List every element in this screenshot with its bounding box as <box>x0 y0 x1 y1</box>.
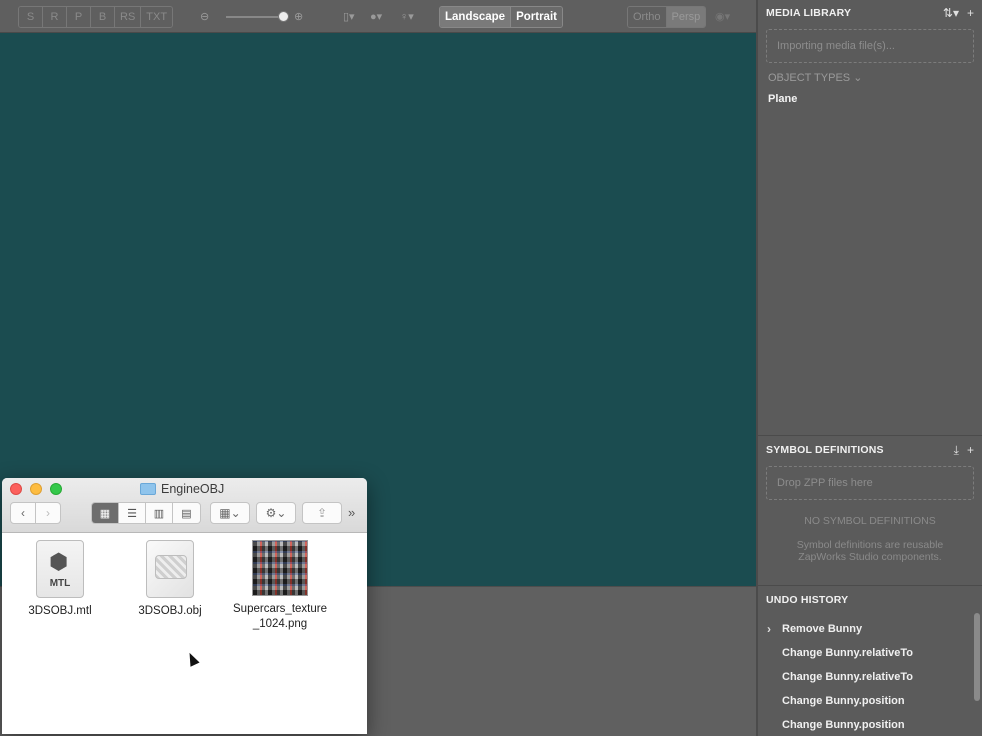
forward-button[interactable]: › <box>35 502 61 524</box>
file-name: 3DSOBJ.obj <box>138 605 202 617</box>
object-types-header[interactable]: OBJECT TYPES ⌄ <box>768 71 982 84</box>
zoom-slider-handle[interactable] <box>278 11 289 22</box>
mode-b-button[interactable]: B <box>91 7 115 27</box>
chevron-right-icon: › <box>46 506 50 520</box>
object-type-plane[interactable]: Plane <box>768 93 982 105</box>
undo-list: › Remove Bunny Change Bunny.relativeTo Ch… <box>758 617 982 736</box>
list-view-button[interactable]: ☰ <box>119 503 146 523</box>
back-button[interactable]: ‹ <box>10 502 36 524</box>
device-menu-icon[interactable]: ▯▾ <box>343 10 355 24</box>
group-by-button[interactable]: ▦⌄ <box>210 502 250 524</box>
undo-history-panel: UNDO HISTORY › Remove Bunny Change Bunny.… <box>758 587 982 736</box>
object-types-label: OBJECT TYPES <box>768 72 851 84</box>
undo-item[interactable]: Change Bunny.position <box>758 689 982 713</box>
file-item-mtl[interactable]: ⬢ MTL 3DSOBJ.mtl <box>5 540 115 619</box>
shading-menu-icon[interactable]: ●▾ <box>370 10 382 24</box>
group-grid-icon: ▦⌄ <box>219 506 241 520</box>
media-dropzone[interactable]: Importing media file(s)... <box>766 29 974 63</box>
gear-icon: ⚙⌄ <box>265 506 287 520</box>
chevron-right-icon: › <box>767 622 771 636</box>
no-symbols-title: NO SYMBOL DEFINITIONS <box>804 515 936 527</box>
undo-item[interactable]: › Remove Bunny <box>758 617 982 641</box>
undo-scrollbar[interactable] <box>974 613 980 701</box>
file-name: 3DSOBJ.mtl <box>28 605 92 617</box>
media-library-title: MEDIA LIBRARY <box>766 7 852 19</box>
ortho-button[interactable]: Ortho <box>628 7 667 27</box>
window-minimize-button[interactable] <box>30 483 42 495</box>
finder-title: EngineOBJ <box>140 481 224 497</box>
list-icon: ☰ <box>127 507 137 520</box>
undo-history-title: UNDO HISTORY <box>766 594 849 606</box>
toolbar-overflow-icon[interactable]: » <box>348 505 355 520</box>
no-symbols-desc-line2: ZapWorks Studio components. <box>798 551 942 563</box>
gallery-view-button[interactable]: ▤ <box>173 503 200 523</box>
undo-item[interactable]: Change Bunny.relativeTo <box>758 665 982 689</box>
columns-icon: ▥ <box>153 507 165 520</box>
texture-thumbnail-overlay <box>253 541 307 595</box>
eye-menu-icon[interactable]: ◉▾ <box>715 10 730 24</box>
window-close-button[interactable] <box>10 483 22 495</box>
zoom-slider-track[interactable] <box>226 16 286 18</box>
file-item-png[interactable]: Supercars_texture _1024.png <box>225 540 335 632</box>
file-icon-label: MTL <box>49 578 71 589</box>
finder-window: EngineOBJ ‹ › ▦ ☰ ▥ ▤ ▦⌄ ⚙⌄ ⇪ » ⬢ MTL 3D… <box>2 478 367 734</box>
mode-p-button[interactable]: P <box>67 7 91 27</box>
file-name-line1: Supercars_texture <box>233 603 327 615</box>
sort-icon[interactable]: ⇅▾ <box>943 6 959 20</box>
mode-txt-button[interactable]: TXT <box>141 7 173 27</box>
file-item-obj[interactable]: 3DSOBJ.obj <box>115 540 225 619</box>
window-maximize-button[interactable] <box>50 483 62 495</box>
engine-thumbnail <box>155 555 187 579</box>
obj-file-icon <box>146 540 194 598</box>
finder-toolbar: EngineOBJ ‹ › ▦ ☰ ▥ ▤ ▦⌄ ⚙⌄ ⇪ » <box>2 478 367 533</box>
mode-r-button[interactable]: R <box>43 7 67 27</box>
folder-icon <box>140 483 156 495</box>
column-view-button[interactable]: ▥ <box>146 503 173 523</box>
light-menu-icon[interactable]: ♀▾ <box>400 10 414 24</box>
gallery-icon: ▤ <box>181 507 192 520</box>
action-menu-button[interactable]: ⚙⌄ <box>256 502 296 524</box>
chevron-down-icon: ⌄ <box>853 72 863 84</box>
zoom-out-icon[interactable]: ⊖ <box>200 10 209 24</box>
persp-button[interactable]: Persp <box>666 7 706 27</box>
undo-item-label: Remove Bunny <box>782 623 863 635</box>
share-icon: ⇪ <box>316 506 328 520</box>
media-library-panel: MEDIA LIBRARY ⇅▾ + Importing media file(… <box>758 0 982 436</box>
file-name: Supercars_texture _1024.png <box>225 602 335 632</box>
add-media-icon[interactable]: + <box>967 6 974 20</box>
undo-item[interactable]: Change Bunny.position <box>758 713 982 736</box>
mtl-file-icon: ⬢ MTL <box>36 540 84 598</box>
share-button[interactable]: ⇪ <box>302 502 342 524</box>
mode-rs-button[interactable]: RS <box>115 7 142 27</box>
mode-toggle-group: S R P B RS TXT <box>18 6 174 28</box>
import-icon[interactable]: ⤓ <box>954 443 959 458</box>
undo-item[interactable]: Change Bunny.relativeTo <box>758 641 982 665</box>
app-window: S R P B RS TXT ⊖ ⊕ ▯▾ ●▾ ♀▾ Landscape Po… <box>0 0 982 736</box>
landscape-button[interactable]: Landscape <box>440 7 512 27</box>
right-sidebar: MEDIA LIBRARY ⇅▾ + Importing media file(… <box>756 0 982 736</box>
grid-icon: ▦ <box>99 507 111 520</box>
top-toolbar: S R P B RS TXT ⊖ ⊕ ▯▾ ●▾ ♀▾ Landscape Po… <box>0 0 756 33</box>
view-mode-toggle: ▦ ☰ ▥ ▤ <box>91 502 201 524</box>
no-symbols-desc-line1: Symbol definitions are reusable <box>796 539 944 551</box>
icon-view-button[interactable]: ▦ <box>92 503 119 523</box>
file-name-line2: _1024.png <box>252 618 308 630</box>
texture-thumbnail <box>252 540 308 596</box>
finder-title-text: EngineOBJ <box>161 482 225 496</box>
zpp-dropzone[interactable]: Drop ZPP files here <box>766 466 974 500</box>
portrait-button[interactable]: Portrait <box>511 7 562 27</box>
orientation-toggle: Landscape Portrait <box>439 6 563 28</box>
zoom-in-icon[interactable]: ⊕ <box>294 10 303 24</box>
mode-s-button[interactable]: S <box>19 7 43 27</box>
projection-toggle: Ortho Persp <box>627 6 707 28</box>
chevron-left-icon: ‹ <box>21 506 25 520</box>
symbol-definitions-title: SYMBOL DEFINITIONS <box>766 444 884 456</box>
no-symbols-description: Symbol definitions are reusable ZapWorks… <box>758 539 982 563</box>
add-symbol-icon[interactable]: + <box>967 443 974 458</box>
cube-icon: ⬢ <box>49 549 69 574</box>
symbol-definitions-panel: SYMBOL DEFINITIONS ⤓ + Drop ZPP files he… <box>758 437 982 586</box>
